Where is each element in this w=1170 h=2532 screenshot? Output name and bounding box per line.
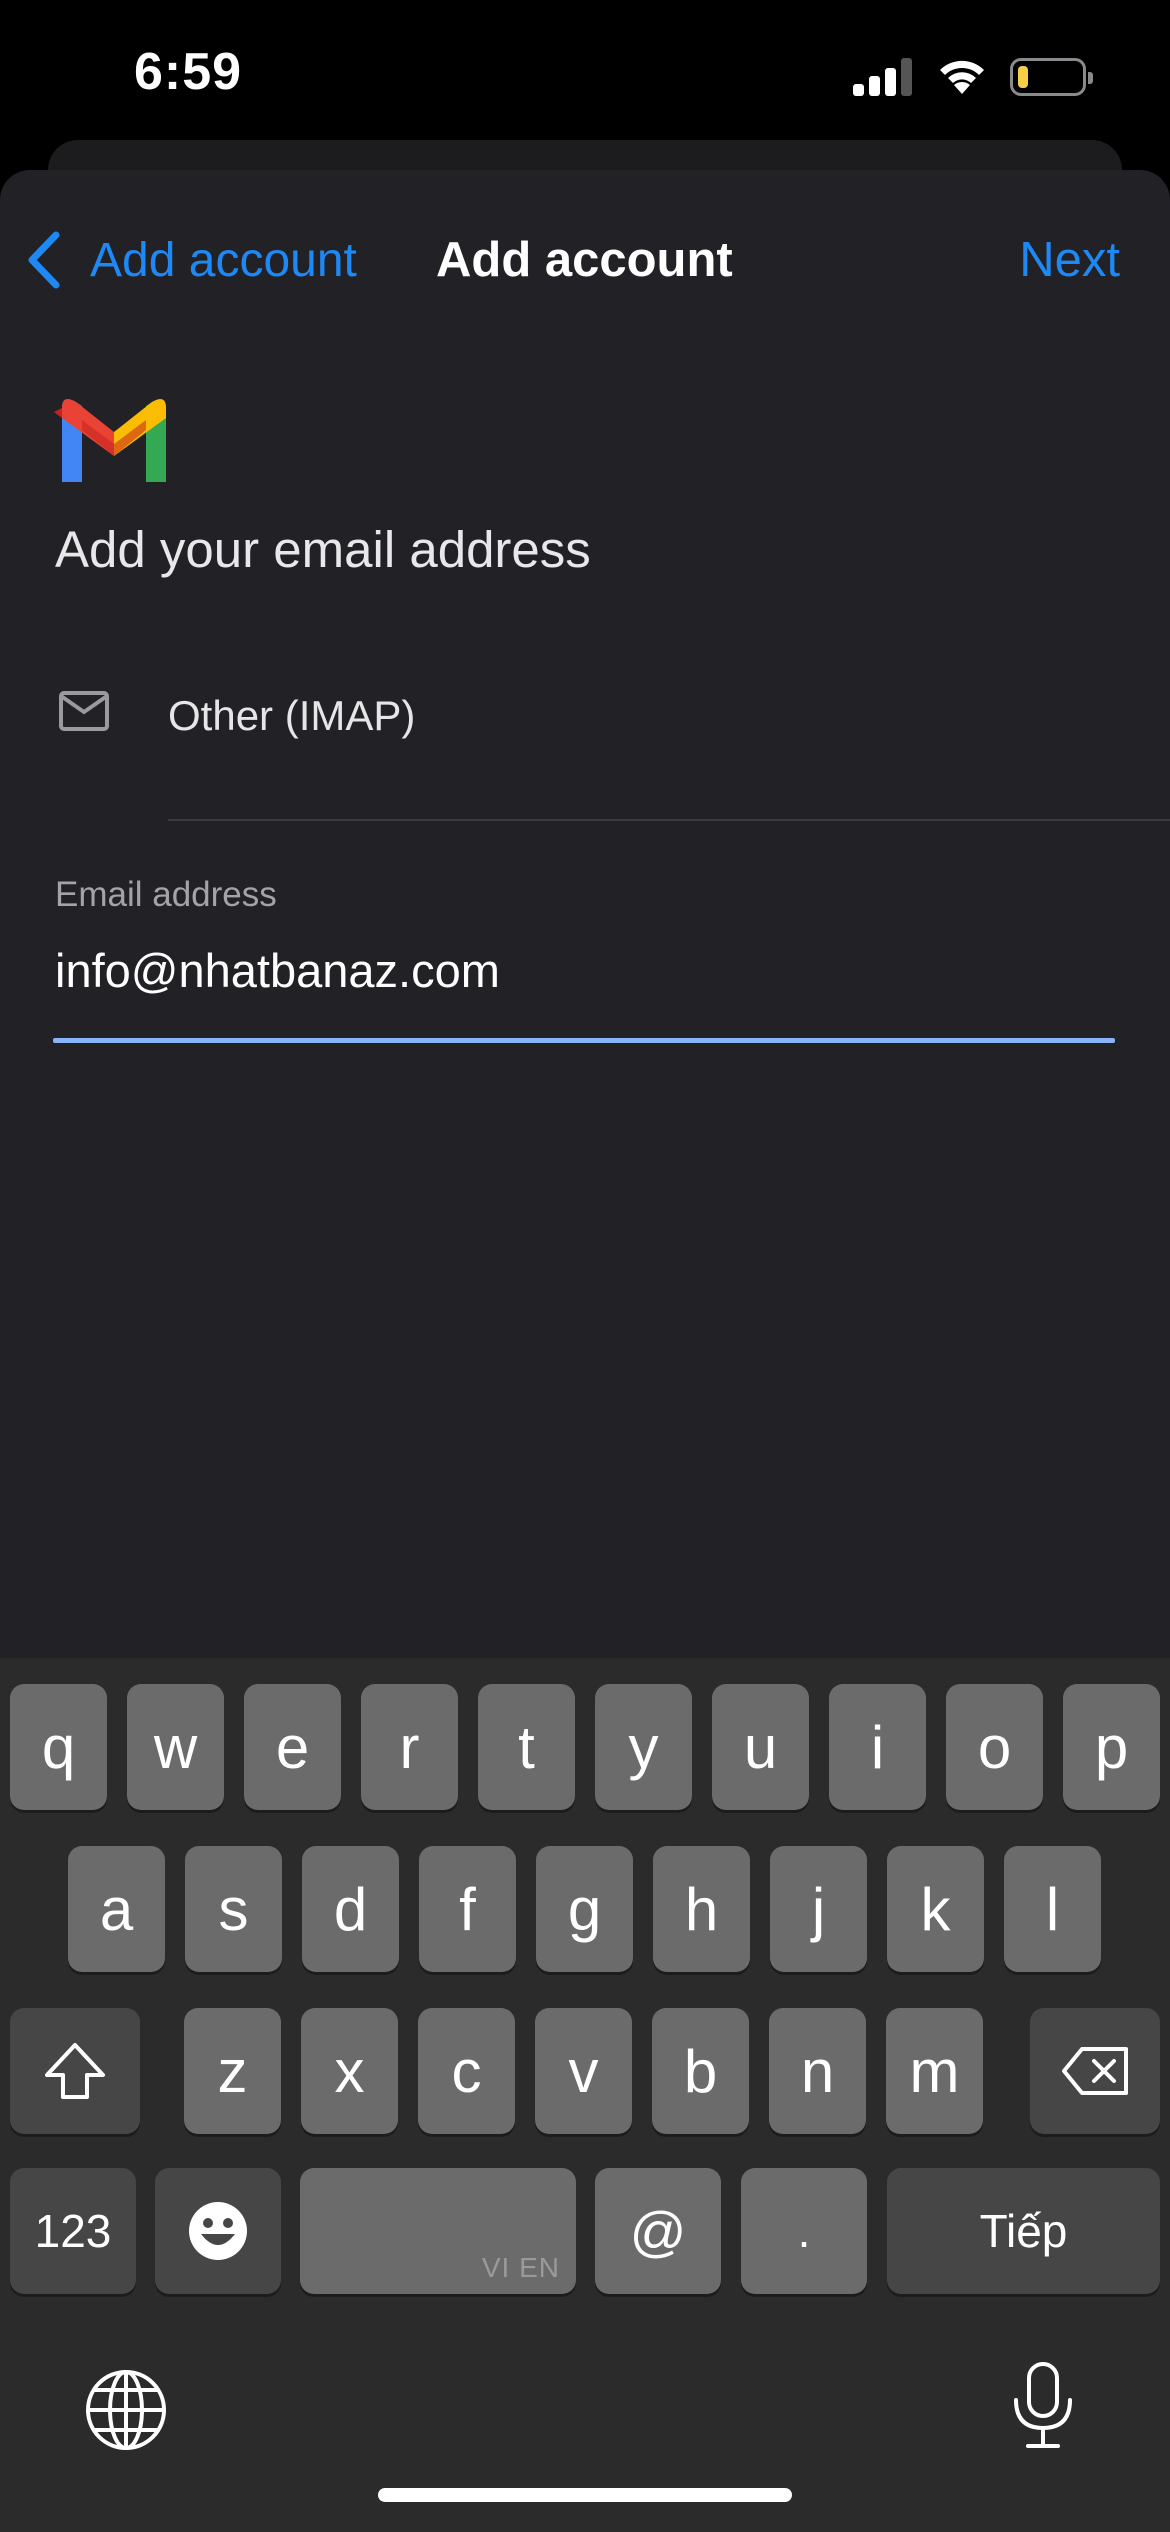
battery-level [1018, 66, 1028, 88]
key-e[interactable]: e [244, 1684, 341, 1810]
heading: Add your email address [55, 521, 591, 578]
key-u[interactable]: u [712, 1684, 809, 1810]
key-n[interactable]: n [769, 2008, 866, 2134]
key-j[interactable]: j [770, 1846, 867, 1972]
key-m[interactable]: m [886, 2008, 983, 2134]
key-p[interactable]: p [1063, 1684, 1160, 1810]
space-key[interactable]: VI EN [300, 2168, 576, 2294]
provider-option-imap[interactable]: Other (IMAP) [0, 650, 1170, 820]
status-bar: 6:59 [0, 0, 1170, 150]
gmail-logo [54, 399, 166, 482]
key-x[interactable]: x [301, 2008, 398, 2134]
page-title: Add account [436, 233, 733, 287]
key-c[interactable]: c [418, 2008, 515, 2134]
key-t[interactable]: t [478, 1684, 575, 1810]
shift-icon [45, 2043, 105, 2099]
back-button-label: Add account [90, 233, 357, 287]
emoji-key[interactable] [155, 2168, 281, 2294]
back-button[interactable]: Add account [26, 220, 357, 300]
key-z[interactable]: z [184, 2008, 281, 2134]
key-l[interactable]: l [1004, 1846, 1101, 1972]
key-k[interactable]: k [887, 1846, 984, 1972]
key-v[interactable]: v [535, 2008, 632, 2134]
numbers-key[interactable]: 123 [10, 2168, 136, 2294]
mail-icon [59, 691, 109, 731]
delete-icon [1062, 2047, 1128, 2095]
email-field[interactable] [55, 935, 1115, 1005]
key-g[interactable]: g [536, 1846, 633, 1972]
at-key[interactable]: @ [595, 2168, 721, 2294]
emoji-icon [189, 2202, 247, 2260]
next-button[interactable]: Next [1019, 220, 1120, 300]
key-o[interactable]: o [946, 1684, 1043, 1810]
key-a[interactable]: a [68, 1846, 165, 1972]
key-s[interactable]: s [185, 1846, 282, 1972]
email-field-underline [53, 1038, 1115, 1043]
cellular-signal-icon [853, 58, 915, 96]
key-q[interactable]: q [10, 1684, 107, 1810]
chevron-left-icon [28, 231, 60, 289]
globe-icon[interactable] [84, 2368, 168, 2452]
wifi-icon [940, 60, 984, 94]
key-b[interactable]: b [652, 2008, 749, 2134]
key-h[interactable]: h [653, 1846, 750, 1972]
shift-key[interactable] [10, 2008, 140, 2134]
key-d[interactable]: d [302, 1846, 399, 1972]
space-language-hint: VI EN [481, 2252, 560, 2283]
return-key[interactable]: Tiếp [887, 2168, 1160, 2294]
battery-icon [1010, 58, 1093, 96]
microphone-icon[interactable] [1008, 2360, 1078, 2450]
key-r[interactable]: r [361, 1684, 458, 1810]
key-y[interactable]: y [595, 1684, 692, 1810]
delete-key[interactable] [1030, 2008, 1160, 2134]
key-i[interactable]: i [829, 1684, 926, 1810]
home-indicator[interactable] [378, 2488, 792, 2502]
key-f[interactable]: f [419, 1846, 516, 1972]
email-field-label: Email address [55, 875, 277, 914]
dot-key[interactable]: . [741, 2168, 867, 2294]
status-time: 6:59 [134, 43, 243, 101]
key-w[interactable]: w [127, 1684, 224, 1810]
provider-label: Other (IMAP) [168, 692, 416, 739]
divider [168, 819, 1170, 821]
